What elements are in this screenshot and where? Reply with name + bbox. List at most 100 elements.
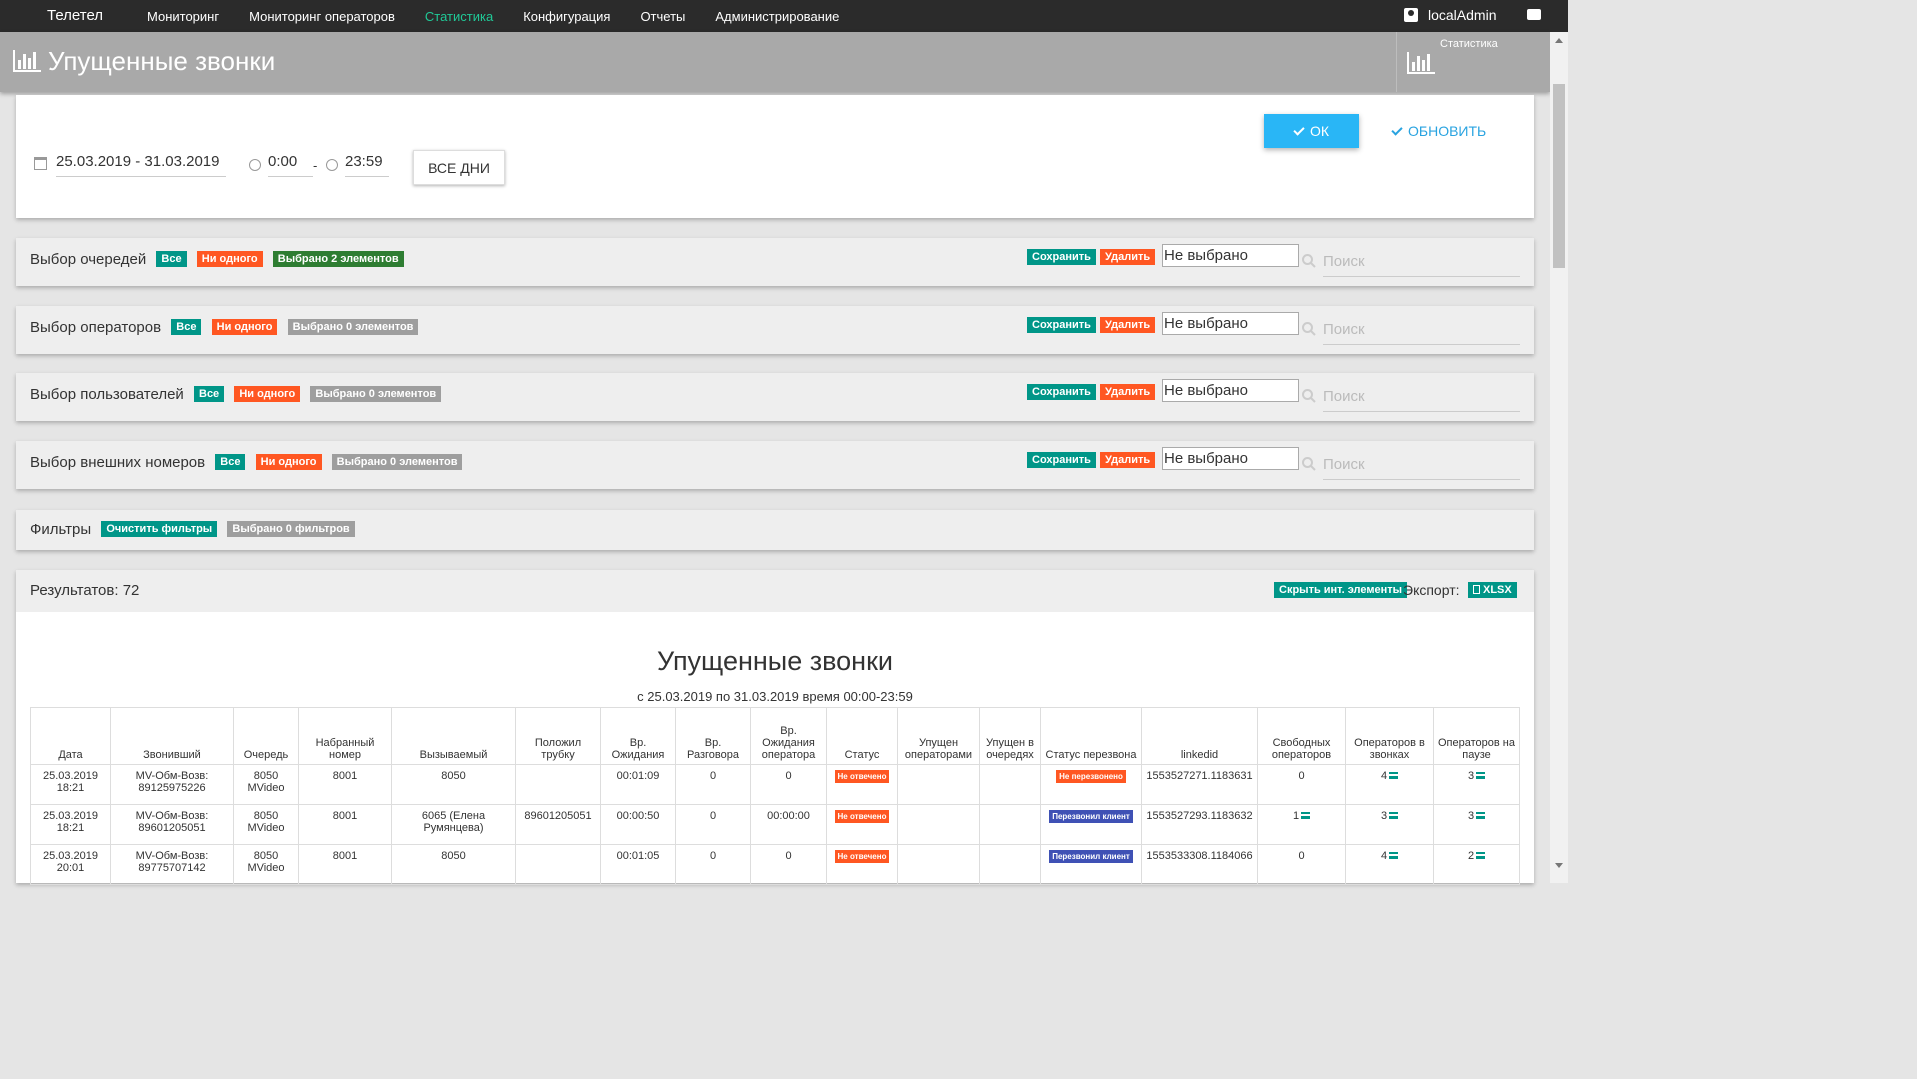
nav-item-configuration[interactable]: Конфигурация	[523, 9, 610, 24]
cell-wait: 00:00:50	[600, 804, 676, 845]
preset-select[interactable]: Не выбрано	[1162, 379, 1299, 402]
date-range-input[interactable]: 25.03.2019 - 31.03.2019	[56, 153, 226, 177]
cell-missed-ops	[897, 844, 980, 885]
column-header[interactable]: Очередь	[233, 707, 299, 765]
selector-title: Выбор пользователей	[30, 386, 184, 403]
cell-free-ops: 0	[1257, 764, 1346, 805]
preset-select[interactable]: Не выбрано	[1162, 447, 1299, 470]
list-icon[interactable]	[1389, 852, 1399, 859]
cell-ops-paused[interactable]: 3	[1433, 804, 1520, 845]
delete-button[interactable]: Удалить	[1100, 384, 1156, 400]
column-header[interactable]: Звонивший	[110, 707, 234, 765]
cell-queue: 8050 MVideo	[233, 844, 299, 885]
cell-ops-paused[interactable]: 2	[1433, 844, 1520, 885]
column-header[interactable]: Вр. Ожидания оператора	[750, 707, 827, 765]
check-icon	[1391, 124, 1403, 136]
clear-filters-button[interactable]: Очистить фильтры	[101, 521, 218, 537]
delete-button[interactable]: Удалить	[1100, 317, 1156, 333]
column-header[interactable]: Упущен в очередях	[979, 707, 1041, 765]
search-input[interactable]: Поиск	[1323, 321, 1520, 345]
search-input[interactable]: Поиск	[1323, 456, 1520, 480]
list-icon[interactable]	[1389, 772, 1399, 779]
scroll-down-icon[interactable]	[1555, 863, 1563, 868]
list-icon[interactable]	[1476, 772, 1486, 779]
chat-icon[interactable]	[1527, 9, 1541, 20]
export-label: Экспорт:	[1403, 582, 1460, 598]
search-icon	[1302, 457, 1316, 471]
column-header[interactable]: Статус перезвона	[1040, 707, 1142, 765]
cell-ops-in-calls[interactable]: 3	[1345, 804, 1434, 845]
search-input[interactable]: Поиск	[1323, 253, 1520, 277]
select-all-badge[interactable]: Все	[156, 251, 187, 267]
column-header[interactable]: Положил трубку	[515, 707, 601, 765]
cell-free-ops[interactable]: 1	[1257, 804, 1346, 845]
export-xlsx-button[interactable]: XLSX	[1468, 582, 1517, 598]
report-subtitle: с 25.03.2019 по 31.03.2019 время 00:00-2…	[637, 689, 913, 704]
brand-logo[interactable]: Телетел	[47, 7, 103, 24]
column-header[interactable]: Упущен операторами	[897, 707, 980, 765]
table-row: 25.03.2019 18:21 MV-Обм-Возв: 8912597522…	[30, 764, 1520, 805]
save-button[interactable]: Сохранить	[1027, 384, 1096, 400]
nav-item-monitoring[interactable]: Мониторинг	[147, 9, 219, 24]
callback-status-badge: Перезвонил клиент	[1049, 850, 1133, 863]
table-header-row: Дата Звонивший Очередь Набранный номер В…	[30, 707, 1520, 765]
cell-missed-ops	[897, 764, 980, 805]
filters-title-row: Фильтры Очистить фильтры Выбрано 0 фильт…	[30, 521, 355, 539]
ops-paused-value: 2	[1467, 850, 1475, 862]
nav-item-statistics[interactable]: Статистика	[425, 9, 493, 24]
preset-select[interactable]: Не выбрано	[1162, 244, 1299, 267]
preset-select[interactable]: Не выбрано	[1162, 312, 1299, 335]
scrollbar-thumb[interactable]	[1553, 84, 1565, 268]
save-button[interactable]: Сохранить	[1027, 249, 1096, 265]
list-icon[interactable]	[1476, 812, 1486, 819]
column-header[interactable]: Вр. Ожидания	[600, 707, 676, 765]
column-header[interactable]: Операторов на паузе	[1433, 707, 1520, 765]
column-header[interactable]: Дата	[30, 707, 111, 765]
nav-item-operator-monitoring[interactable]: Мониторинг операторов	[249, 9, 395, 24]
hide-elements-button[interactable]: Скрыть инт. элементы	[1274, 582, 1408, 598]
column-header[interactable]: Операторов в звонках	[1345, 707, 1434, 765]
cell-ops-in-calls[interactable]: 4	[1345, 764, 1434, 805]
nav-item-administration[interactable]: Администрирование	[715, 9, 839, 24]
search-input[interactable]: Поиск	[1323, 388, 1520, 412]
cell-ops-paused[interactable]: 3	[1433, 764, 1520, 805]
column-header[interactable]: linkedid	[1141, 707, 1258, 765]
select-none-badge[interactable]: Ни одного	[255, 454, 322, 470]
scroll-up-icon[interactable]	[1555, 38, 1563, 43]
cell-status: Не отвечено	[826, 844, 898, 885]
select-all-badge[interactable]: Все	[171, 319, 202, 335]
time-to-input[interactable]: 23:59	[345, 153, 389, 177]
column-header[interactable]: Свободных операторов	[1257, 707, 1346, 765]
delete-button[interactable]: Удалить	[1100, 249, 1156, 265]
select-none-badge[interactable]: Ни одного	[234, 386, 301, 402]
free-ops-value: 0	[1298, 770, 1305, 782]
cell-ops-in-calls[interactable]: 4	[1345, 844, 1434, 885]
time-from-input[interactable]: 0:00	[268, 153, 313, 177]
save-button[interactable]: Сохранить	[1027, 452, 1096, 468]
select-none-badge[interactable]: Ни одного	[211, 319, 278, 335]
user-name: localAdmin	[1428, 7, 1497, 23]
user-menu[interactable]: localAdmin	[1404, 7, 1496, 23]
nav-item-reports[interactable]: Отчеты	[640, 9, 685, 24]
select-none-badge[interactable]: Ни одного	[196, 251, 263, 267]
column-header[interactable]: Вр. Разговора	[675, 707, 751, 765]
page-scrollbar[interactable]	[1550, 32, 1568, 883]
list-icon[interactable]	[1301, 812, 1311, 819]
cell-talk: 0	[675, 804, 751, 845]
list-icon[interactable]	[1389, 812, 1399, 819]
column-header[interactable]: Вызываемый	[391, 707, 516, 765]
ok-button[interactable]: ОК	[1264, 114, 1359, 148]
select-all-badge[interactable]: Все	[194, 386, 225, 402]
table-row: 25.03.2019 18:21 MV-Обм-Возв: 8960120505…	[30, 804, 1520, 845]
select-all-badge[interactable]: Все	[215, 454, 246, 470]
column-header[interactable]: Набранный номер	[298, 707, 392, 765]
refresh-button[interactable]: ОБНОВИТЬ	[1391, 123, 1486, 139]
list-icon[interactable]	[1476, 852, 1486, 859]
file-icon	[1473, 585, 1480, 594]
delete-button[interactable]: Удалить	[1100, 452, 1156, 468]
selected-count-badge: Выбрано 0 элементов	[287, 319, 419, 335]
column-header[interactable]: Статус	[826, 707, 898, 765]
header-side-panel[interactable]: Статистика	[1396, 32, 1550, 92]
all-days-button[interactable]: ВСЕ ДНИ	[413, 150, 505, 185]
save-button[interactable]: Сохранить	[1027, 317, 1096, 333]
